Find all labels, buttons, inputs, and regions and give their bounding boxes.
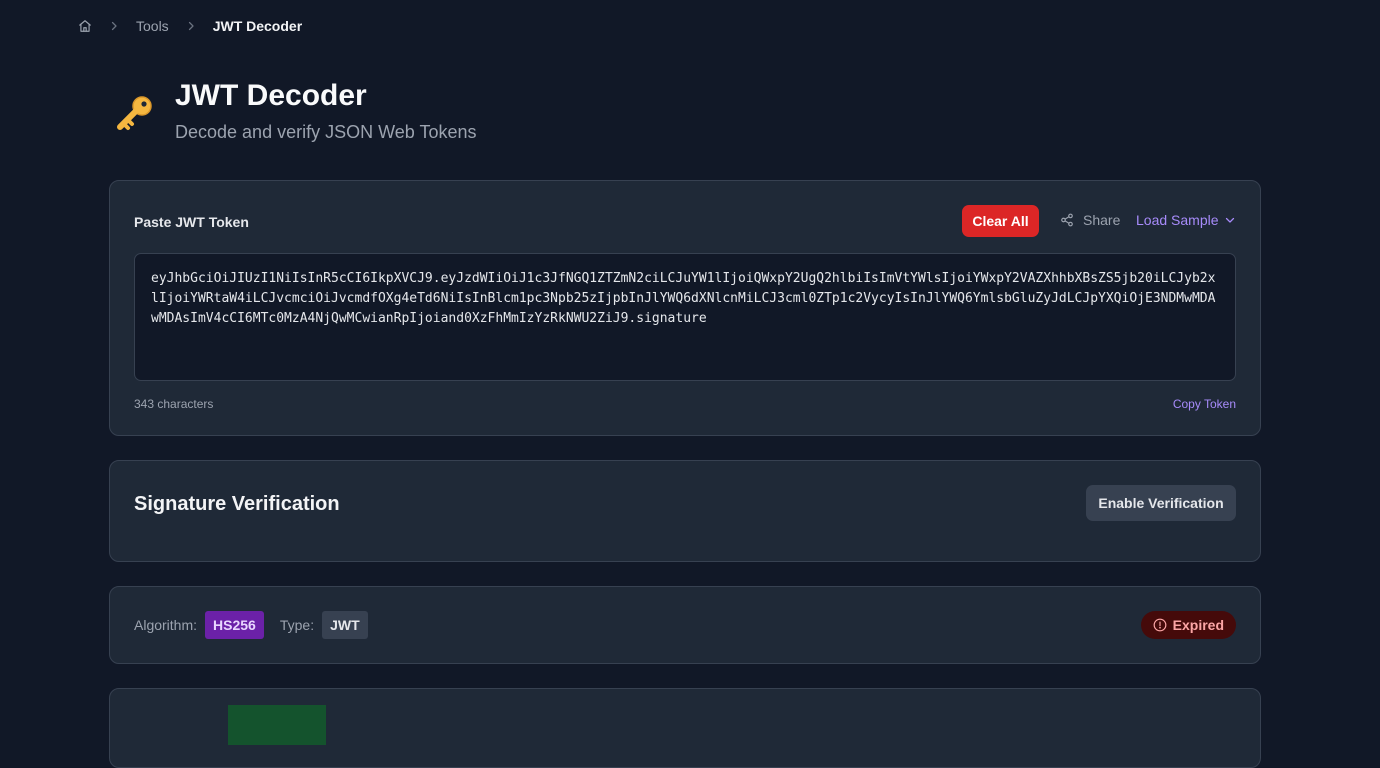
signature-title: Signature Verification: [134, 493, 340, 515]
chevron-right-icon: [108, 20, 120, 32]
copy-token-link[interactable]: Copy Token: [1173, 397, 1236, 411]
enable-verification-button[interactable]: Enable Verification: [1086, 485, 1236, 521]
type-badge: JWT: [322, 611, 368, 639]
load-sample-dropdown[interactable]: Load Sample: [1136, 212, 1236, 228]
chevron-down-icon: [1224, 214, 1236, 226]
page-subtitle: Decode and verify JSON Web Tokens: [175, 122, 477, 142]
page-header: JWT Decoder Decode and verify JSON Web T…: [112, 76, 476, 143]
token-meta: Algorithm: HS256 Type: JWT: [134, 611, 368, 639]
token-input-label: Paste JWT Token: [134, 214, 249, 230]
key-icon: [112, 94, 156, 138]
type-label: Type:: [279, 617, 315, 633]
token-meta-card: Algorithm: HS256 Type: JWT Expired: [109, 586, 1261, 664]
home-icon[interactable]: [78, 19, 92, 33]
share-icon: [1060, 213, 1074, 227]
load-sample-label: Load Sample: [1136, 212, 1219, 228]
algorithm-badge: HS256: [205, 611, 264, 639]
character-count: 343 characters: [134, 397, 214, 411]
algorithm-label: Algorithm:: [134, 617, 198, 633]
header-text: JWT Decoder Decode and verify JSON Web T…: [175, 76, 476, 143]
breadcrumb-item-current: JWT Decoder: [212, 18, 303, 34]
share-button[interactable]: Share: [1060, 212, 1120, 228]
token-input-card: Paste JWT Token Clear All Share Load Sam…: [109, 180, 1261, 436]
decoded-sections-card: [109, 688, 1261, 768]
token-textarea[interactable]: eyJhbGciOiJIUzI1NiIsInR5cCI6IkpXVCJ9.eyJ…: [134, 253, 1236, 381]
breadcrumb: Tools JWT Decoder: [78, 17, 302, 35]
alert-circle-icon: [1153, 618, 1167, 632]
signature-verification-card: Signature Verification Enable Verificati…: [109, 460, 1261, 562]
chevron-right-icon: [185, 20, 197, 32]
share-label: Share: [1083, 212, 1121, 228]
clear-all-button[interactable]: Clear All: [962, 205, 1039, 237]
page-title: JWT Decoder: [175, 79, 367, 112]
status-badge: Expired: [1140, 611, 1236, 639]
active-tab-indicator[interactable]: [228, 705, 326, 745]
breadcrumb-item-tools[interactable]: Tools: [136, 18, 169, 34]
status-label: Expired: [1172, 617, 1224, 633]
